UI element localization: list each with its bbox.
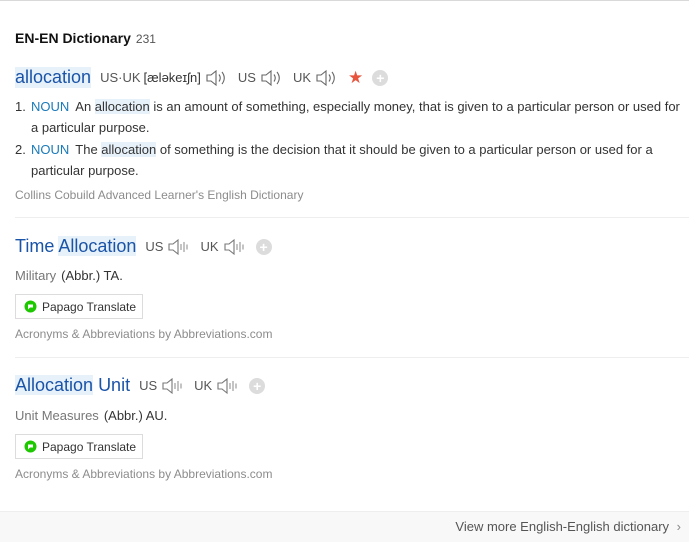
category-label: Military xyxy=(15,268,57,283)
add-icon[interactable]: + xyxy=(255,238,272,255)
us-label: US xyxy=(237,70,256,85)
definition-highlight: allocation xyxy=(101,142,157,157)
headword-allocation[interactable]: allocation xyxy=(15,67,92,88)
headword-part: Unit xyxy=(98,375,131,395)
speaker-uk-icon[interactable] xyxy=(223,237,247,257)
add-icon[interactable]: + xyxy=(372,69,389,86)
section-title: EN-EN Dictionary 231 xyxy=(15,30,156,46)
headword-part: Time xyxy=(15,236,55,256)
speaker-us-icon[interactable] xyxy=(167,237,191,257)
papago-icon xyxy=(24,300,37,313)
headword-highlight: Allocation xyxy=(15,375,94,395)
result-count: 231 xyxy=(135,32,156,46)
source-collins[interactable]: Collins Cobuild Advanced Learner's Engli… xyxy=(15,188,303,202)
us-label: US xyxy=(139,378,158,393)
star-icon[interactable]: ★ xyxy=(348,69,363,86)
uk-label: UK xyxy=(200,239,219,254)
footer-bar: View more English-English dictionary › xyxy=(0,511,689,542)
speaker-us-icon[interactable] xyxy=(260,68,284,88)
headword-allocation-unit[interactable]: Allocation Unit xyxy=(15,375,130,396)
category-label: Unit Measures xyxy=(15,408,99,423)
part-of-speech: NOUN xyxy=(31,142,70,157)
definition-highlight: allocation xyxy=(94,99,150,114)
papago-translate-button[interactable]: Papago Translate xyxy=(15,294,143,319)
papago-label: Papago Translate xyxy=(42,299,137,314)
entry-meaning: Military (Abbr.) TA. xyxy=(15,268,123,283)
add-icon[interactable]: + xyxy=(249,377,266,394)
source-abbreviations[interactable]: Acronyms & Abbreviations by Abbreviation… xyxy=(15,467,272,481)
definition-number: 2. xyxy=(15,142,26,157)
definition-1: 1. NOUN An allocation is an amount of som… xyxy=(15,96,689,138)
speaker-uk-icon[interactable] xyxy=(315,68,339,88)
divider xyxy=(15,217,689,218)
source-abbreviations[interactable]: Acronyms & Abbreviations by Abbreviation… xyxy=(15,327,272,341)
entry-allocation-unit-header: Allocation Unit US UK + xyxy=(15,375,266,396)
section-title-text: EN-EN Dictionary xyxy=(15,30,131,46)
divider xyxy=(15,357,689,358)
view-more-label: View more English-English dictionary xyxy=(455,519,670,534)
abbreviation: (Abbr.) TA. xyxy=(61,268,123,283)
definition-text-pre: The xyxy=(75,142,102,157)
us-label: US xyxy=(145,239,164,254)
headword-time-allocation[interactable]: Time Allocation xyxy=(15,236,137,257)
uk-label: UK xyxy=(292,70,312,85)
us-uk-label: US·UK xyxy=(100,70,141,85)
uk-label: UK xyxy=(194,378,213,393)
chevron-right-icon: › xyxy=(676,519,681,534)
definition-text-pre: An xyxy=(75,99,95,114)
pronunciation: [æləkeɪʃn] xyxy=(143,70,201,85)
headword-highlight: Allocation xyxy=(58,236,137,256)
speaker-icon[interactable] xyxy=(205,68,229,88)
papago-label: Papago Translate xyxy=(42,439,137,454)
definition-2: 2. NOUN The allocation of something is th… xyxy=(15,139,689,181)
entry-allocation-header: allocation US·UK [æləkeɪʃn] US UK ★ + xyxy=(15,67,389,88)
abbreviation: (Abbr.) AU. xyxy=(103,408,168,423)
part-of-speech: NOUN xyxy=(31,99,70,114)
speaker-uk-icon[interactable] xyxy=(216,376,240,396)
view-more-link[interactable]: View more English-English dictionary › xyxy=(455,519,681,534)
speaker-us-icon[interactable] xyxy=(161,376,185,396)
definition-number: 1. xyxy=(15,99,26,114)
top-border xyxy=(0,0,689,1)
entry-time-allocation-header: Time Allocation US UK + xyxy=(15,236,272,257)
papago-translate-button[interactable]: Papago Translate xyxy=(15,434,143,459)
papago-icon xyxy=(24,440,37,453)
entry-meaning: Unit Measures (Abbr.) AU. xyxy=(15,408,167,423)
